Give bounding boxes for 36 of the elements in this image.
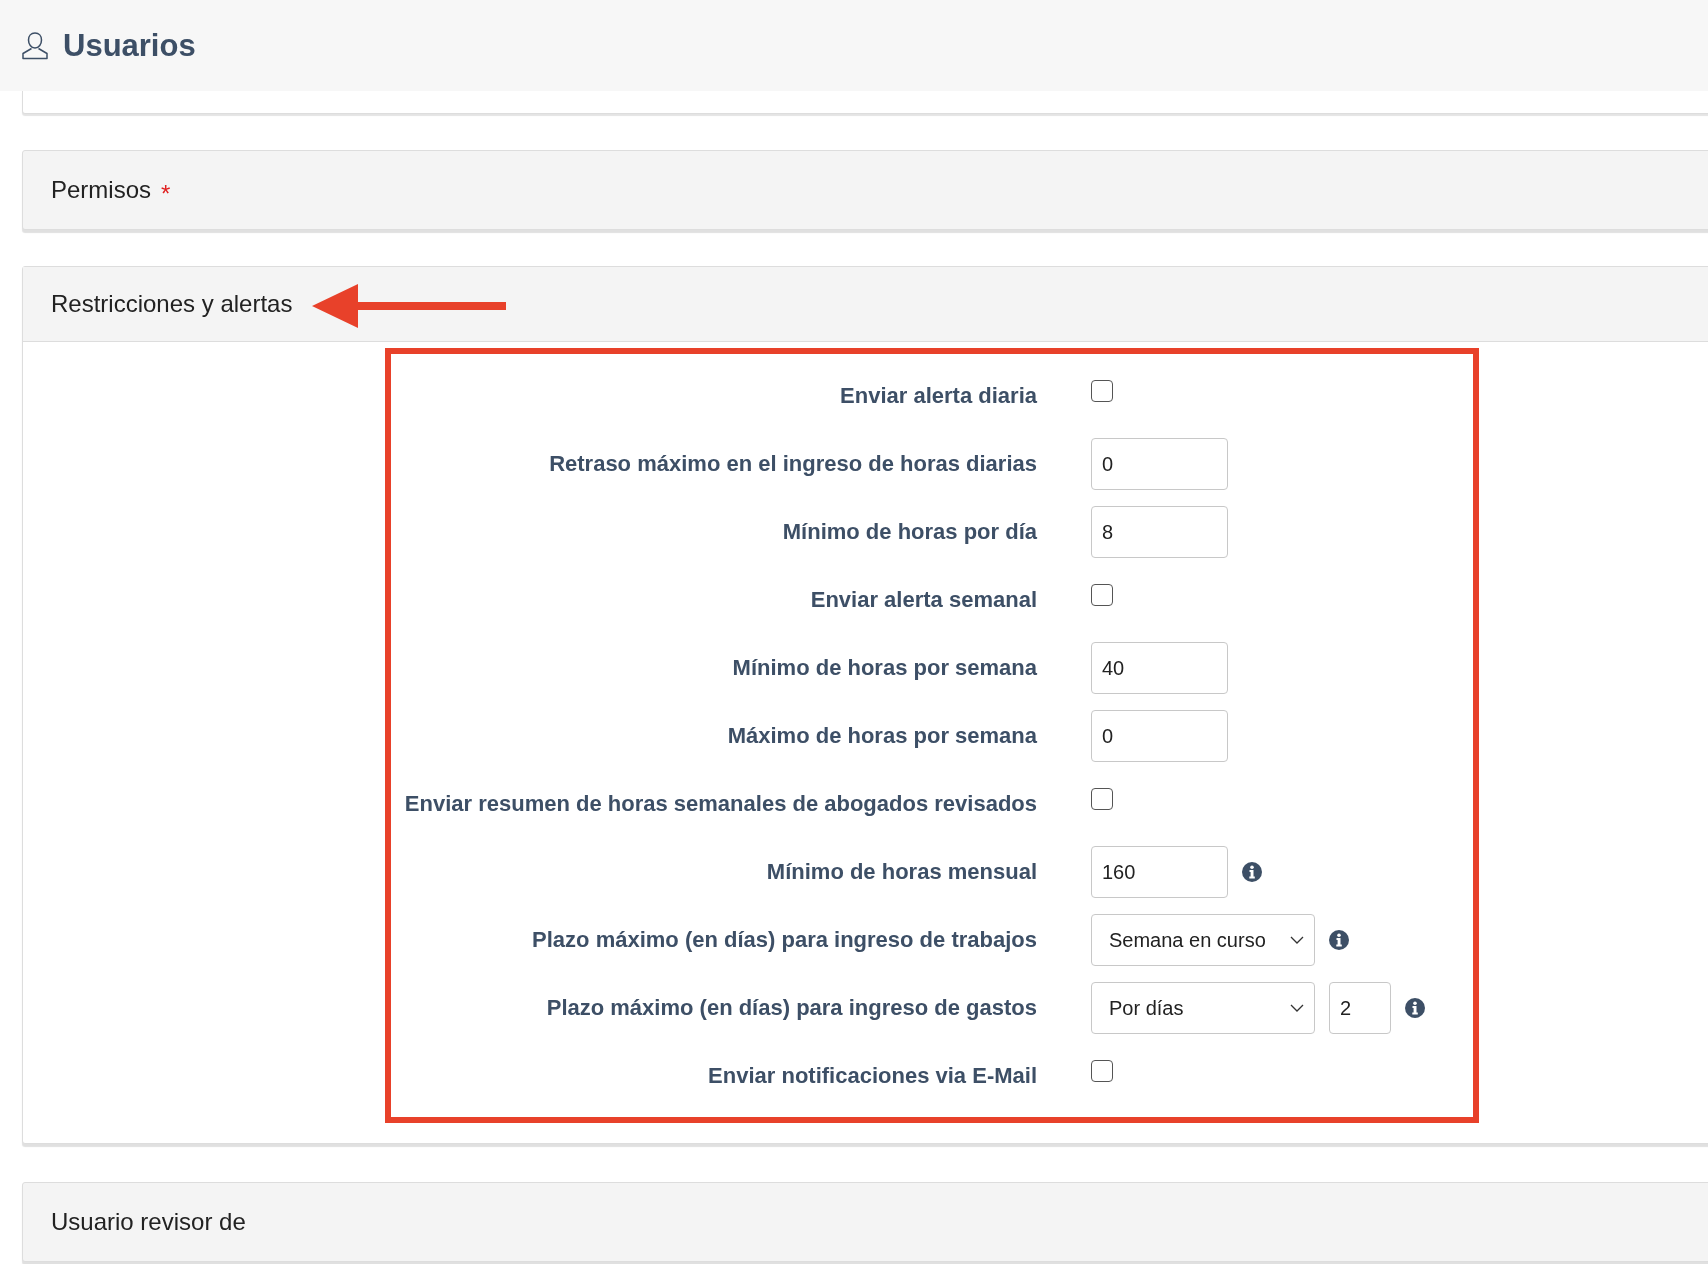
field-label: Plazo máximo (en días) para ingreso de trabajos [531,927,1037,953]
panel-title: Permisos [51,176,152,204]
panel-title[interactable]: Restricciones y alertas [51,290,293,318]
input-field[interactable]: 8 [1091,506,1228,558]
input-field[interactable]: 40 [1091,642,1228,694]
user-icon [19,29,51,62]
caret-icon [1290,936,1304,944]
panel-title: Usuario revisor de [51,1208,246,1236]
checkbox[interactable] [1091,380,1113,402]
caret-icon [1290,1004,1304,1012]
field-label: Enviar notificaciones via E-Mail [707,1063,1037,1089]
input-field[interactable]: 0 [1091,710,1228,762]
checkbox[interactable] [1091,788,1113,810]
info-icon[interactable] [1242,862,1262,882]
field-label: Mínimo de horas mensual [765,859,1037,885]
dropdown[interactable]: Por días [1091,982,1315,1034]
input-field[interactable]: 160 [1091,846,1228,898]
info-icon[interactable] [1405,998,1425,1018]
reviewer-panel[interactable]: Usuario revisor de [22,1182,1708,1262]
checkbox[interactable] [1091,1060,1113,1082]
field-label: Mínimo de horas por semana [731,655,1037,681]
input-field[interactable]: 2 [1329,982,1391,1034]
info-icon[interactable] [1329,930,1349,950]
checkbox[interactable] [1091,584,1113,606]
field-label: Retraso máximo en el ingreso de horas diarias [548,451,1037,477]
required-mark: * [161,180,171,208]
field-label: Enviar alerta diaria [839,383,1037,409]
field-label: Plazo máximo (en días) para ingreso de gastos [545,995,1037,1021]
field-label: Enviar alerta semanal [809,587,1037,613]
field-label: Máximo de horas por semana [726,723,1037,749]
field-label: Enviar resumen de horas semanales de abogados revisados [403,791,1037,817]
input-field[interactable]: 0 [1091,438,1228,490]
dropdown[interactable]: Semana en curso [1091,914,1315,966]
permissions-panel[interactable]: Permisos * [22,150,1708,230]
field-label: Mínimo de horas por día [781,519,1037,545]
page-title: Usuarios [63,27,196,64]
